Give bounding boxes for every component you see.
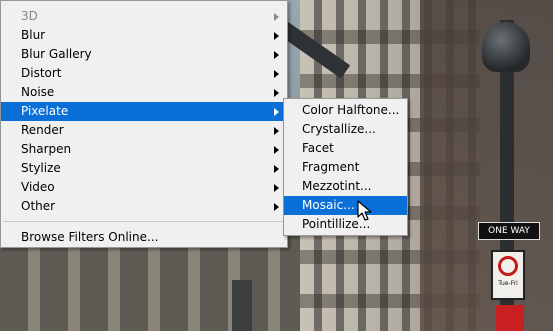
no-right-turn-sign: Tue-Fri bbox=[491, 250, 525, 300]
menu-item-label: Other bbox=[21, 199, 56, 213]
menu-item-browse-filters-online[interactable]: Browse Filters Online... bbox=[1, 228, 287, 247]
submenu-arrow-icon bbox=[274, 70, 279, 78]
cursor-pointer-icon bbox=[357, 200, 372, 221]
menu-item-sharpen[interactable]: Sharpen bbox=[1, 140, 287, 159]
submenu-item-crystallize[interactable]: Crystallize... bbox=[284, 120, 407, 139]
menu-item-blur-gallery[interactable]: Blur Gallery bbox=[1, 45, 287, 64]
menu-item-stylize[interactable]: Stylize bbox=[1, 159, 287, 178]
one-way-sign: ONE WAY bbox=[478, 222, 540, 240]
menu-item-label: Stylize bbox=[21, 161, 61, 175]
menu-item-label: Video bbox=[21, 180, 55, 194]
menu-item-render[interactable]: Render bbox=[1, 121, 287, 140]
submenu-item-color-halftone[interactable]: Color Halftone... bbox=[284, 101, 407, 120]
submenu-item-label: Facet bbox=[302, 141, 334, 155]
submenu-arrow-icon bbox=[274, 89, 279, 97]
menu-separator bbox=[3, 221, 285, 222]
submenu-arrow-icon bbox=[274, 127, 279, 135]
menu-item-label: Render bbox=[21, 123, 64, 137]
menu-item-3d[interactable]: 3D bbox=[1, 7, 287, 26]
no-turn-icon bbox=[498, 256, 518, 276]
filter-menu: 3D Blur Blur Gallery Distort Noise Pixel… bbox=[0, 0, 288, 248]
menu-item-label: Browse Filters Online... bbox=[21, 230, 159, 244]
menu-item-label: Blur Gallery bbox=[21, 47, 92, 61]
pixelate-submenu: Color Halftone... Crystallize... Facet F… bbox=[283, 98, 408, 236]
menu-item-label: Sharpen bbox=[21, 142, 72, 156]
submenu-arrow-icon bbox=[274, 146, 279, 154]
small-street-lamp bbox=[232, 280, 252, 331]
menu-item-video[interactable]: Video bbox=[1, 178, 287, 197]
submenu-item-label: Color Halftone... bbox=[302, 103, 400, 117]
submenu-arrow-icon bbox=[274, 165, 279, 173]
menu-item-pixelate[interactable]: Pixelate bbox=[1, 102, 287, 121]
submenu-arrow-icon bbox=[274, 13, 279, 21]
menu-item-label: Blur bbox=[21, 28, 46, 42]
submenu-arrow-icon bbox=[274, 32, 279, 40]
submenu-item-fragment[interactable]: Fragment bbox=[284, 158, 407, 177]
submenu-item-label: Mezzotint... bbox=[302, 179, 372, 193]
red-sign bbox=[496, 305, 524, 331]
submenu-arrow-icon bbox=[274, 184, 279, 192]
menu-item-label: 3D bbox=[21, 9, 38, 23]
submenu-item-label: Crystallize... bbox=[302, 122, 376, 136]
menu-item-label: Noise bbox=[21, 85, 55, 99]
menu-item-blur[interactable]: Blur bbox=[1, 26, 287, 45]
submenu-item-pointillize[interactable]: Pointillize... bbox=[284, 215, 407, 234]
submenu-item-mosaic[interactable]: Mosaic... bbox=[284, 196, 407, 215]
submenu-arrow-icon bbox=[274, 51, 279, 59]
menu-item-other[interactable]: Other bbox=[1, 197, 287, 216]
submenu-arrow-icon bbox=[274, 108, 279, 116]
street-lamp-icon bbox=[482, 22, 530, 72]
menu-item-label: Distort bbox=[21, 66, 62, 80]
submenu-item-mezzotint[interactable]: Mezzotint... bbox=[284, 177, 407, 196]
submenu-item-label: Fragment bbox=[302, 160, 360, 174]
submenu-arrow-icon bbox=[274, 203, 279, 211]
menu-item-distort[interactable]: Distort bbox=[1, 64, 287, 83]
menu-item-label: Pixelate bbox=[21, 104, 69, 118]
menu-item-noise[interactable]: Noise bbox=[1, 83, 287, 102]
no-turn-sign-text: Tue-Fri bbox=[498, 280, 518, 287]
submenu-item-label: Mosaic... bbox=[302, 198, 355, 212]
submenu-item-facet[interactable]: Facet bbox=[284, 139, 407, 158]
